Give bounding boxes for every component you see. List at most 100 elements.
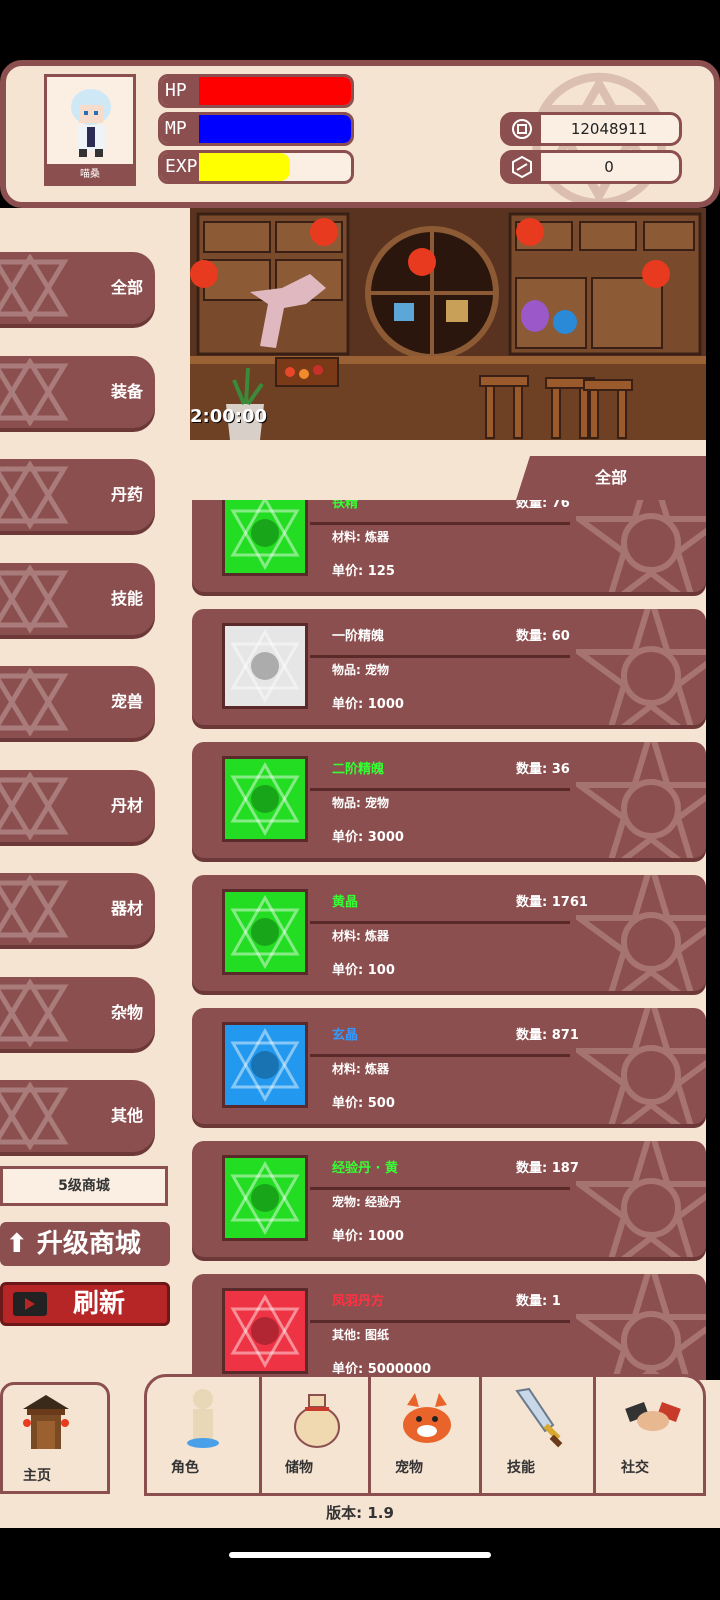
nav-tab-character[interactable]: 角色 bbox=[147, 1377, 257, 1493]
item-type: 物品: 宠物 bbox=[332, 796, 389, 810]
item-quantity: 数量: 60 bbox=[516, 629, 570, 644]
hp-label: HP bbox=[161, 77, 199, 105]
category-button[interactable]: 全部 bbox=[0, 252, 155, 324]
pill-icon bbox=[222, 1155, 308, 1241]
divider bbox=[310, 1054, 570, 1057]
category-label: 全部 bbox=[110, 278, 143, 297]
crystal-green-icon bbox=[222, 889, 308, 975]
item-name: 铁精 bbox=[332, 500, 359, 511]
divider bbox=[310, 655, 570, 658]
player-name: 喵桑 bbox=[44, 164, 136, 186]
hp-fill bbox=[199, 77, 351, 105]
item-name: 黄晶 bbox=[332, 895, 359, 910]
hp-bar: HP bbox=[158, 74, 354, 108]
category-button[interactable]: 宠兽 bbox=[0, 666, 155, 738]
category-button[interactable]: 丹材 bbox=[0, 769, 155, 842]
category-label: 装备 bbox=[110, 381, 143, 401]
refresh-timer: 2:00:00 bbox=[190, 406, 268, 427]
nav-tab-pets[interactable]: 宠物 bbox=[371, 1377, 481, 1493]
shop-scene: 2:00:00 bbox=[190, 208, 706, 440]
player-header: 喵桑 HP MP EXP 12048911 0 bbox=[0, 60, 720, 208]
coin-counter: 12048911 bbox=[500, 112, 682, 146]
hexagram-decoration-icon bbox=[0, 771, 69, 840]
hexagram-decoration-icon bbox=[0, 668, 69, 736]
category-button[interactable]: 丹药 bbox=[0, 459, 155, 531]
shop-item-card[interactable]: 凤羽丹方 数量: 1 其他: 图纸 单价: 5000000 bbox=[192, 1274, 706, 1380]
hexagram-decoration-icon bbox=[0, 1082, 69, 1150]
hexagram-decoration-icon bbox=[0, 978, 69, 1047]
star-emblem-decoration bbox=[576, 609, 706, 725]
mp-label: MP bbox=[161, 115, 199, 143]
star-emblem-decoration bbox=[576, 1274, 706, 1380]
divider bbox=[593, 1377, 596, 1493]
upgrade-shop-label: 升级商城 bbox=[36, 1229, 141, 1259]
gem-counter: 0 bbox=[500, 150, 682, 184]
video-ad-icon bbox=[13, 1292, 47, 1316]
item-name: 玄晶 bbox=[332, 1028, 359, 1043]
spirit-green-icon bbox=[222, 756, 308, 842]
category-label: 丹药 bbox=[110, 485, 143, 504]
category-label: 丹材 bbox=[110, 795, 143, 815]
category-button[interactable]: 其他 bbox=[0, 1080, 155, 1152]
shop-item-card[interactable]: 玄晶 数量: 871 材料: 炼器 单价: 500 bbox=[192, 1008, 706, 1124]
nav-tab-label: 社交 bbox=[621, 1460, 649, 1476]
nav-home[interactable]: 主页 bbox=[0, 1382, 110, 1494]
exp-label: EXP bbox=[161, 153, 199, 181]
crystal-blue-icon bbox=[222, 1022, 308, 1108]
item-quantity: 数量: 36 bbox=[516, 762, 570, 777]
shop-item-card[interactable]: 二阶精魄 数量: 36 物品: 宠物 单价: 3000 bbox=[192, 742, 706, 858]
gem-icon bbox=[503, 153, 541, 181]
item-name: 一阶精魄 bbox=[332, 629, 385, 644]
system-nav-bar bbox=[0, 1528, 720, 1600]
category-label: 其他 bbox=[110, 1106, 143, 1125]
coin-icon bbox=[503, 115, 541, 143]
item-type: 材料: 炼器 bbox=[332, 530, 389, 544]
category-button[interactable]: 装备 bbox=[0, 355, 155, 428]
upgrade-shop-button[interactable]: ⬆ 升级商城 bbox=[0, 1222, 170, 1266]
category-button[interactable]: 杂物 bbox=[0, 976, 155, 1049]
nav-tab-social[interactable]: 社交 bbox=[597, 1377, 707, 1493]
item-quantity: 数量: 76 bbox=[516, 500, 570, 511]
refresh-label: 刷新 bbox=[73, 1289, 126, 1319]
item-name: 二阶精魄 bbox=[332, 762, 385, 777]
divider bbox=[310, 1187, 570, 1190]
home-indicator[interactable] bbox=[229, 1552, 491, 1558]
avatar[interactable]: 喵桑 bbox=[44, 74, 136, 186]
shop-item-card[interactable]: 一阶精魄 数量: 60 物品: 宠物 单价: 1000 bbox=[192, 609, 706, 725]
hexagram-decoration-icon bbox=[0, 875, 69, 943]
character-figure-icon bbox=[187, 1389, 219, 1448]
spirit-white-icon bbox=[222, 623, 308, 709]
divider bbox=[310, 1320, 570, 1323]
exp-bar: EXP bbox=[158, 150, 354, 184]
fox-pet-icon bbox=[403, 1393, 451, 1443]
mp-fill bbox=[199, 115, 351, 143]
category-button[interactable]: 器材 bbox=[0, 873, 155, 945]
item-name: 凤羽丹方 bbox=[332, 1294, 385, 1309]
shop-item-card[interactable]: 黄晶 数量: 1761 材料: 炼器 单价: 100 bbox=[192, 875, 706, 991]
shop-item-card[interactable]: 铁精 数量: 76 材料: 炼器 单价: 125 bbox=[192, 500, 706, 592]
item-type: 其他: 图纸 bbox=[332, 1328, 389, 1342]
arrow-up-icon: ⬆ bbox=[6, 1229, 28, 1259]
nav-tab-storage[interactable]: 储物 bbox=[261, 1377, 371, 1493]
star-emblem-decoration bbox=[576, 1008, 706, 1124]
filter-dropdown[interactable]: 全部 bbox=[516, 456, 706, 500]
handshake-icon bbox=[625, 1402, 681, 1431]
gem-value: 0 bbox=[604, 158, 614, 176]
item-type: 物品: 宠物 bbox=[332, 663, 389, 677]
shop-interior-illustration bbox=[190, 208, 706, 440]
nav-tab-label: 角色 bbox=[171, 1460, 199, 1476]
scroll-icon bbox=[222, 1288, 308, 1374]
shop-item-card[interactable]: 经验丹 · 黄 数量: 187 宠物: 经验丹 单价: 1000 bbox=[192, 1141, 706, 1257]
bag-icon bbox=[294, 1394, 340, 1448]
nav-tab-label: 技能 bbox=[507, 1460, 535, 1476]
refresh-button[interactable]: 刷新 bbox=[0, 1282, 170, 1326]
status-bar bbox=[0, 0, 720, 60]
item-name: 经验丹 · 黄 bbox=[332, 1161, 398, 1176]
item-price: 单价: 125 bbox=[332, 564, 395, 579]
item-list[interactable]: 铁精 数量: 76 材料: 炼器 单价: 125 一阶精魄 数量: 60 物品: 宠物 单价:… bbox=[190, 500, 706, 1380]
category-button[interactable]: 技能 bbox=[0, 562, 155, 635]
category-label: 技能 bbox=[110, 588, 143, 608]
nav-tab-skills[interactable]: 技能 bbox=[483, 1377, 593, 1493]
exp-fill bbox=[199, 153, 291, 181]
temple-gate-icon bbox=[23, 1395, 69, 1449]
